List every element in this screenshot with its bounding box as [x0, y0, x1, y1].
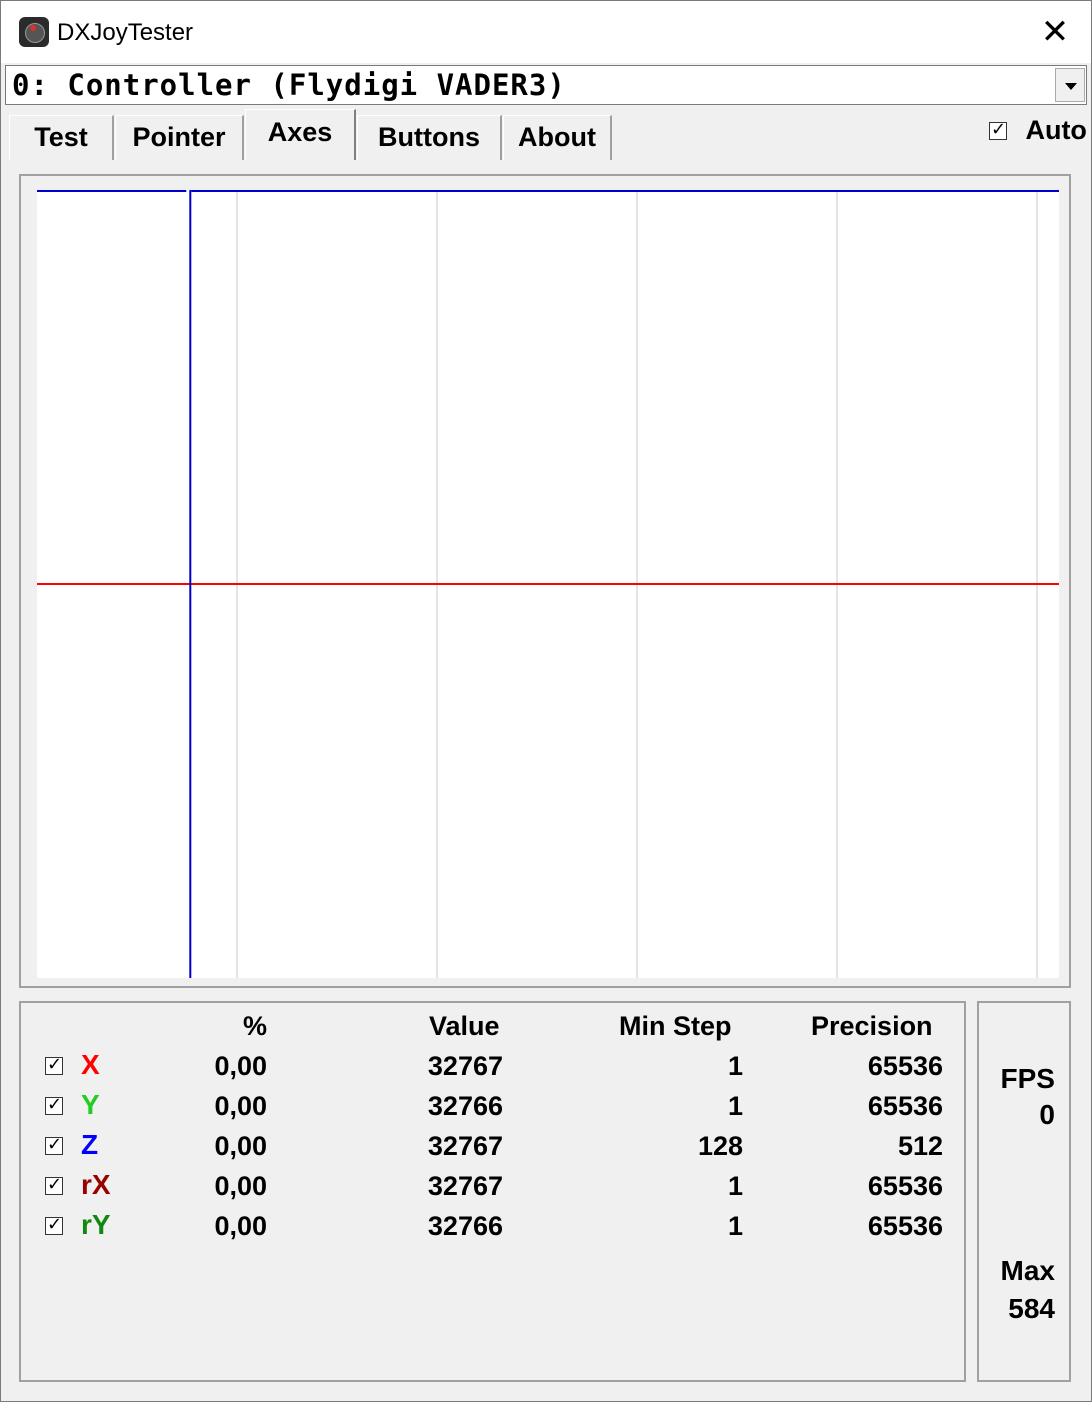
axis-percent: 0,00: [214, 1091, 267, 1121]
axis-value: 32767: [427, 1051, 503, 1081]
axis-percent: 0,00: [214, 1211, 267, 1241]
header-precision: Precision: [811, 1011, 933, 1041]
axis-precision: 65536: [867, 1091, 943, 1121]
checkbox-checked-icon[interactable]: [45, 1134, 63, 1155]
axis-precision: 65536: [867, 1211, 943, 1241]
checkbox-checked-icon[interactable]: [45, 1174, 63, 1195]
axis-percent: 0,00: [214, 1171, 267, 1201]
app-window: DXJoyTester ✕ 0: Controller (Flydigi VAD…: [0, 0, 1092, 1402]
axis-min-step: 1: [727, 1211, 743, 1241]
controller-select-value: 0: Controller (Flydigi VADER3): [12, 68, 566, 102]
chevron-down-icon[interactable]: [1055, 68, 1085, 102]
axis-name-x: X: [81, 1049, 100, 1080]
axis-value: 32767: [427, 1131, 503, 1161]
checkbox-checked-icon[interactable]: [989, 119, 1007, 140]
axis-precision: 512: [897, 1131, 943, 1161]
tab-pointer[interactable]: Pointer: [115, 115, 244, 160]
title-bar: DXJoyTester ✕: [1, 1, 1091, 63]
close-icon[interactable]: ✕: [1029, 9, 1081, 55]
axis-value: 32767: [427, 1171, 503, 1201]
tab-about[interactable]: About: [503, 115, 612, 160]
tab-axes[interactable]: Axes: [245, 109, 356, 160]
tab-test[interactable]: Test: [9, 115, 114, 160]
header-min-step: Min Step: [619, 1011, 732, 1041]
controller-select[interactable]: 0: Controller (Flydigi VADER3): [5, 65, 1087, 105]
checkbox-checked-icon[interactable]: [45, 1214, 63, 1235]
fps-label: FPS: [1000, 1063, 1055, 1094]
max-fps-value: 584: [1008, 1293, 1055, 1324]
axis-precision: 65536: [867, 1171, 943, 1201]
auto-label: Auto: [1025, 115, 1087, 145]
fps-panel: FPS 0 Max 584: [977, 1001, 1071, 1382]
axis-percent: 0,00: [214, 1131, 267, 1161]
checkbox-checked-icon[interactable]: [45, 1094, 63, 1115]
fps-value: 0: [1039, 1099, 1055, 1130]
axes-graph-panel: [19, 174, 1071, 988]
header-percent: %: [243, 1011, 268, 1041]
axis-value: 32766: [427, 1091, 503, 1121]
auto-toggle[interactable]: Auto: [989, 115, 1087, 146]
header-value: Value: [429, 1011, 500, 1041]
axis-min-step: 128: [697, 1131, 743, 1161]
tab-buttons[interactable]: Buttons: [357, 115, 502, 160]
axis-name-rx: rX: [81, 1169, 111, 1200]
max-fps-label: Max: [1000, 1255, 1055, 1286]
axis-name-z: Z: [81, 1129, 99, 1160]
axis-precision: 65536: [867, 1051, 943, 1081]
axis-percent: 0,00: [214, 1051, 267, 1081]
joystick-app-icon: [19, 17, 49, 47]
axes-table: % Value Min Step Precision X 0,00 32767 1 65…: [19, 1001, 966, 1382]
axis-value: 32766: [427, 1211, 503, 1241]
axis-min-step: 1: [727, 1051, 743, 1081]
window-title: DXJoyTester: [57, 19, 194, 46]
axes-graph: [37, 190, 1059, 978]
axis-min-step: 1: [727, 1171, 743, 1201]
axis-min-step: 1: [727, 1091, 743, 1121]
axis-name-y: Y: [81, 1089, 100, 1120]
checkbox-checked-icon[interactable]: [45, 1054, 63, 1075]
axis-name-ry: rY: [81, 1209, 111, 1240]
